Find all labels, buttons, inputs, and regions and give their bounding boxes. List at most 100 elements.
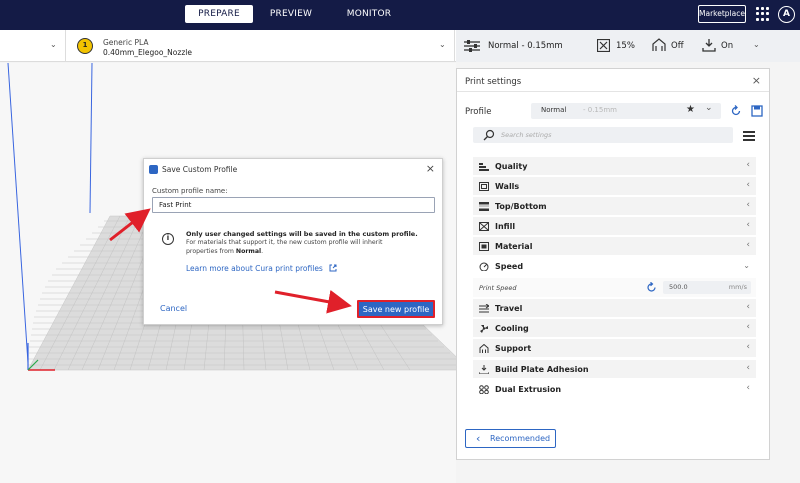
divider [457,91,769,92]
category-top-bottom[interactable]: Top/Bottom ‹ [473,197,756,216]
profile-name-value: Fast Print [159,201,192,209]
dual-extrusion-icon [479,385,489,394]
category-label: Speed [495,262,524,271]
save-custom-profile-dialog: Save Custom Profile × Custom profile nam… [143,158,443,325]
category-dual-extrusion[interactable]: Dual Extrusion ‹ [473,380,756,399]
top-bottom-icon [479,202,489,211]
material-selector[interactable]: 1 Generic PLA 0.40mm_Elegoo_Nozzle ⌄ [67,30,455,62]
app-icon [149,165,158,174]
star-icon[interactable]: ★ [686,104,695,115]
category-speed[interactable]: Speed ⌄ [473,257,756,276]
category-travel[interactable]: Travel ‹ [473,299,756,318]
recommended-button[interactable]: ‹ Recommended [465,429,556,448]
print-speed-label: Print Speed [479,284,517,292]
search-placeholder: Search settings [501,131,552,139]
material-name: Generic PLA [103,38,149,47]
chevron-down-icon: ⌄ [753,40,760,49]
apps-grid-icon[interactable] [756,7,770,21]
top-bar: PREPARE PREVIEW MONITOR Marketplace A [0,0,800,30]
print-settings-panel: Print settings × Profile Normal - 0.15mm… [456,68,770,460]
panel-title: Print settings [465,77,522,87]
info-message: For materials that support it, the new c… [186,239,383,246]
print-speed-input[interactable]: 500.0 mm/s [663,281,751,294]
info-message-inherit: properties from Normal. [186,248,263,255]
walls-icon [479,182,489,191]
category-build-plate-adhesion[interactable]: Build Plate Adhesion ‹ [473,360,756,379]
build-plate-icon [479,365,489,374]
profile-summary: Normal - 0.15mm [488,41,563,51]
tab-prepare[interactable]: PREPARE [185,5,253,23]
reset-icon[interactable] [730,105,742,117]
category-label: Travel [495,304,523,313]
chevron-left-icon: ‹ [476,432,481,445]
reset-icon[interactable] [646,282,657,293]
chevron-left-icon: ‹ [746,342,750,352]
category-label: Support [495,344,532,353]
close-icon[interactable]: × [752,74,761,87]
chevron-left-icon: ‹ [746,220,750,230]
support-icon [479,344,489,353]
inherit-suffix: . [261,248,264,255]
print-speed-value: 500.0 [669,283,688,291]
setting-print-speed: Print Speed 500.0 mm/s [473,278,756,297]
tab-preview[interactable]: PREVIEW [253,5,329,23]
nozzle-name: 0.40mm_Elegoo_Nozzle [103,48,192,57]
recommended-label: Recommended [490,434,551,443]
category-quality[interactable]: Quality ‹ [473,157,756,176]
info-message-bold: Only user changed settings will be saved… [186,230,418,238]
infill-icon [597,39,610,52]
category-infill[interactable]: Infill ‹ [473,217,756,236]
marketplace-button[interactable]: Marketplace [698,5,746,23]
close-icon[interactable]: × [426,162,435,175]
infill-icon [479,222,489,231]
support-value: Off [671,41,684,51]
extruder-badge: 1 [77,38,93,54]
save-new-profile-button[interactable]: Save new profile [357,300,435,318]
category-label: Dual Extrusion [495,385,562,394]
learn-more-link[interactable]: Learn more about Cura print profiles [186,264,337,273]
chevron-left-icon: ‹ [746,383,750,393]
external-link-icon [329,264,337,272]
printer-selector[interactable]: ⌄ [0,30,66,62]
chevron-down-icon: ⌄ [705,103,713,113]
category-label: Cooling [495,324,529,333]
account-icon[interactable]: A [778,6,795,23]
category-label: Top/Bottom [495,202,547,211]
profile-selector[interactable]: Normal - 0.15mm ★ ⌄ [531,103,721,119]
search-icon [483,129,495,141]
chevron-left-icon: ‹ [746,160,750,170]
settings-menu-icon[interactable] [743,131,755,143]
quality-icon [479,163,489,171]
category-walls[interactable]: Walls ‹ [473,177,756,196]
support-icon [652,38,666,51]
adhesion-icon [702,39,716,52]
chevron-left-icon: ‹ [746,200,750,210]
tab-monitor[interactable]: MONITOR [329,5,409,23]
cancel-button[interactable]: Cancel [160,304,187,313]
print-settings-bar[interactable]: Normal - 0.15mm 15% Off On ⌄ [456,30,800,62]
chevron-down-icon: ⌄ [50,40,57,49]
category-label: Material [495,242,533,251]
category-label: Quality [495,162,528,171]
travel-icon [479,304,489,313]
cooling-icon [480,325,488,333]
infill-value: 15% [616,41,635,51]
sliders-icon [464,40,480,52]
category-label: Build Plate Adhesion [495,365,589,374]
profile-name-input[interactable]: Fast Print [152,197,435,213]
profile-label: Profile [465,107,492,117]
dialog-title: Save Custom Profile [162,165,238,174]
toolbar-row: ⌄ 1 Generic PLA 0.40mm_Elegoo_Nozzle ⌄ N… [0,30,800,62]
save-icon[interactable] [751,105,763,117]
info-icon: i [162,233,174,245]
category-material[interactable]: Material ‹ [473,237,756,256]
chevron-down-icon: ⌄ [743,261,750,270]
search-settings-input[interactable]: Search settings [473,127,733,143]
chevron-left-icon: ‹ [746,322,750,332]
category-cooling[interactable]: Cooling ‹ [473,319,756,338]
chevron-left-icon: ‹ [746,302,750,312]
profile-name: Normal [541,106,567,114]
category-label: Walls [495,182,520,191]
chevron-left-icon: ‹ [746,363,750,373]
category-support[interactable]: Support ‹ [473,339,756,358]
